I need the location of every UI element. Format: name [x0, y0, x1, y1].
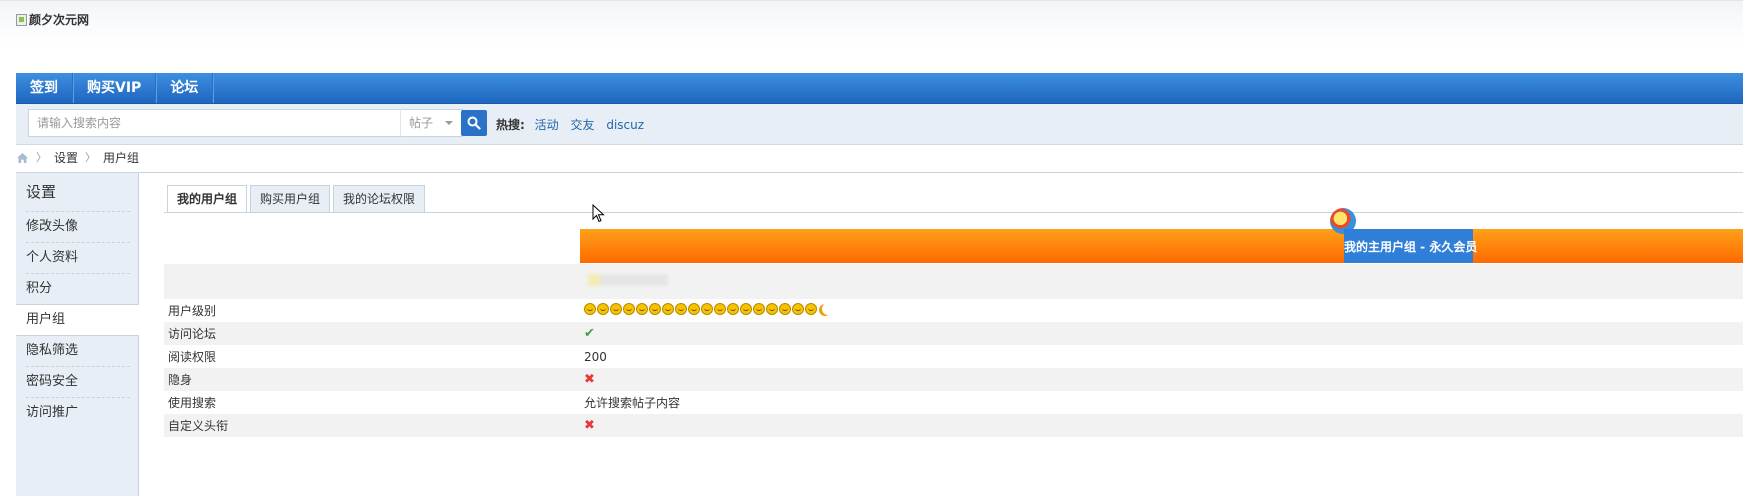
level-face-icon: [766, 303, 778, 315]
table-row: 使用搜索 允许搜索帖子内容: [164, 391, 1743, 414]
sidebar-item-promotion[interactable]: 访问推广: [26, 397, 130, 428]
settings-sidebar: 设置 修改头像 个人资料 积分 用户组 隐私筛选 密码安全 访问推广: [16, 173, 139, 496]
level-face-icon: [779, 303, 791, 315]
table-row: [164, 264, 1743, 299]
table-row: 自定义头衔 ✖: [164, 414, 1743, 437]
usergroup-name-cell: [580, 264, 1743, 299]
level-face-icon: [649, 303, 661, 315]
sidebar-item-usergroup[interactable]: 用户组: [16, 304, 139, 336]
permission-label: 用户级别: [164, 299, 580, 322]
level-face-icon: [753, 303, 765, 315]
breadcrumb-item-settings[interactable]: 设置: [54, 150, 78, 166]
level-face-icon: [662, 303, 674, 315]
cross-icon: ✖: [584, 372, 595, 387]
breadcrumb-item-usergroup[interactable]: 用户组: [103, 150, 139, 166]
permission-value: ✖: [580, 414, 1743, 437]
search-type-select[interactable]: 帖子: [400, 109, 463, 137]
table-row: 隐身 ✖: [164, 368, 1743, 391]
mouse-cursor-icon: [592, 204, 605, 223]
permission-value: 允许搜索帖子内容: [580, 391, 1743, 414]
permission-value: ✔: [580, 322, 1743, 345]
level-face-icon: [740, 303, 752, 315]
cross-icon: ✖: [584, 418, 595, 433]
tab-forum-permissions[interactable]: 我的论坛权限: [333, 185, 426, 212]
broken-image-icon: [16, 13, 27, 26]
usergroup-header-bar: [580, 229, 1743, 263]
level-face-icon: [636, 303, 648, 315]
level-face-icon: [610, 303, 622, 315]
table-row: 阅读权限 200: [164, 345, 1743, 368]
permission-label: 自定义头衔: [164, 414, 580, 437]
sidebar-item-avatar[interactable]: 修改头像: [26, 211, 130, 242]
main-nav: 签到 购买VIP 论坛: [16, 73, 1743, 104]
nav-item-checkin[interactable]: 签到: [16, 73, 73, 103]
breadcrumb: 〉 设置 〉 用户组: [16, 150, 139, 166]
site-logo[interactable]: 颜夕次元网: [16, 11, 89, 28]
chevron-down-icon: [445, 121, 453, 125]
permission-label: 阅读权限: [164, 345, 580, 368]
breadcrumb-separator: 〉: [85, 151, 97, 164]
search-type-value: 帖子: [409, 116, 434, 130]
permission-value: ✖: [580, 368, 1743, 391]
permission-table: 用户级别 访问论坛 ✔ 阅读权限 200 隐身 ✖ 使用搜索 允许搜索帖子内容 …: [164, 264, 1743, 437]
sidebar-item-credits[interactable]: 积分: [26, 273, 130, 304]
level-face-icon: [792, 303, 804, 315]
nav-item-buy-vip[interactable]: 购买VIP: [73, 73, 157, 103]
header: 颜夕次元网: [0, 0, 1743, 73]
level-moon-icon: [822, 303, 834, 315]
tab-my-usergroup[interactable]: 我的用户组: [167, 185, 248, 213]
permission-label: 隐身: [164, 368, 580, 391]
usergroup-tabs: 我的用户组 购买用户组 我的论坛权限: [167, 185, 426, 213]
sidebar-title: 设置: [26, 183, 57, 201]
level-face-icon: [623, 303, 635, 315]
level-face-icon: [701, 303, 713, 315]
search-input[interactable]: [28, 109, 418, 137]
table-row: 用户级别: [164, 299, 1743, 322]
sidebar-item-privacy[interactable]: 隐私筛选: [26, 336, 130, 366]
breadcrumb-separator: 〉: [36, 151, 47, 164]
hot-link-friends[interactable]: 交友: [570, 118, 594, 132]
tabs-divider: [164, 212, 1743, 213]
table-row: 访问论坛 ✔: [164, 322, 1743, 345]
home-icon[interactable]: [16, 152, 29, 164]
hot-search-label: 热搜:: [496, 118, 525, 132]
search-button[interactable]: [461, 110, 487, 136]
site-logo-alt-text: 颜夕次元网: [29, 13, 90, 27]
permission-label: 访问论坛: [164, 322, 580, 345]
level-face-icon: [584, 303, 596, 315]
check-icon: ✔: [584, 326, 595, 341]
sidebar-item-password[interactable]: 密码安全: [26, 366, 130, 397]
user-level-icons: [584, 303, 834, 315]
level-face-icon: [597, 303, 609, 315]
hot-link-discuz[interactable]: discuz: [606, 118, 644, 132]
permission-value: 200: [580, 345, 1743, 368]
search-bar: 帖子 热搜: 活动 交友 discuz: [16, 104, 1743, 145]
blurred-usergroup-name: [588, 274, 668, 286]
level-face-icon: [727, 303, 739, 315]
level-face-icon: [675, 303, 687, 315]
sidebar-item-profile[interactable]: 个人资料: [26, 242, 130, 273]
level-face-icon: [805, 303, 817, 315]
permission-value: [580, 299, 1743, 322]
level-face-icon: [714, 303, 726, 315]
level-face-icon: [688, 303, 700, 315]
nav-item-forum[interactable]: 论坛: [156, 73, 214, 103]
main-usergroup-badge: 我的主用户组 - 永久会员: [1344, 229, 1477, 263]
hot-link-activity[interactable]: 活动: [535, 118, 559, 132]
permission-label: 使用搜索: [164, 391, 580, 414]
tab-buy-usergroup[interactable]: 购买用户组: [250, 185, 331, 212]
search-icon: [467, 116, 481, 130]
hot-search: 热搜: 活动 交友 discuz: [496, 116, 652, 133]
